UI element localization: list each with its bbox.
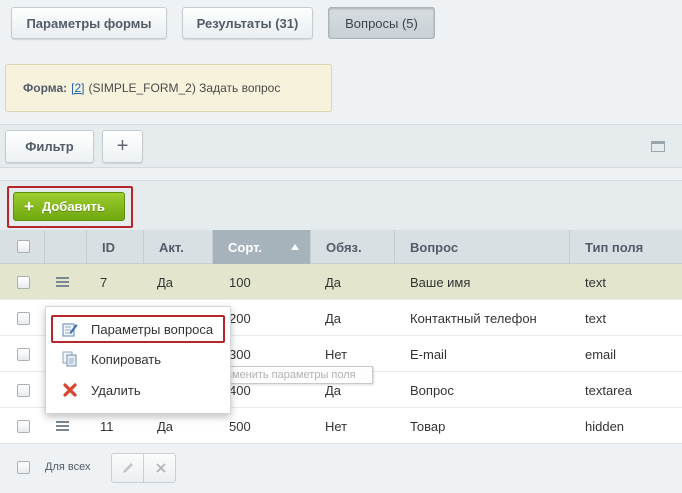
row-checkbox[interactable] [17,300,30,336]
cell-active: Да [157,274,174,290]
sort-asc-icon [291,244,299,250]
cell-question: E-mail [410,346,447,362]
add-button[interactable]: + Добавить [13,192,125,221]
for-all-label: Для всех [45,461,91,473]
cell-question: Товар [410,418,446,434]
tab-questions[interactable]: Вопросы (5) [328,7,435,39]
form-id-link[interactable]: [2] [71,81,84,95]
cell-type: textarea [585,382,632,398]
form-info-prefix: Форма: [23,81,68,95]
filter-button[interactable]: Фильтр [5,130,94,163]
delete-icon [63,383,77,397]
collapse-icon[interactable] [651,141,665,152]
edit-icon [62,323,78,337]
cell-sort: 500 [229,418,251,434]
menu-item-delete[interactable]: Удалить [46,376,232,404]
header-actions [44,230,86,264]
cell-type: email [585,346,617,362]
grid-header: ID Акт. Сорт. Обяз. Вопрос Тип поля [0,230,682,264]
grid-footer: Для всех [0,443,682,493]
cell-required: Нет [325,418,348,434]
cell-question: Ваше имя [410,274,471,290]
cell-sort: 100 [229,274,251,290]
cell-question: Вопрос [410,382,454,398]
row-menu-icon[interactable] [56,264,69,300]
row-context-menu: Параметры вопроса Копировать Удалить [45,306,231,414]
tab-results[interactable]: Результаты (31) [182,7,313,39]
cell-type: text [585,274,606,290]
filter-bar: Фильтр + [0,124,682,168]
tooltip: Изменить параметры поля [212,366,373,384]
menu-item-copy[interactable]: Копировать [46,345,232,373]
tab-form-params[interactable]: Параметры формы [11,7,167,39]
pencil-icon [123,463,133,473]
edit-selected-button[interactable] [112,454,144,482]
header-sort[interactable]: Сорт. [212,230,310,264]
cell-sort: 200 [229,310,251,326]
close-icon [156,463,166,473]
header-question[interactable]: Вопрос [394,230,569,264]
row-checkbox[interactable] [17,408,30,444]
copy-icon [62,351,77,367]
form-info-box: Форма: [2] (SIMPLE_FORM_2) Задать вопрос [5,64,332,112]
header-field-type[interactable]: Тип поля [569,230,682,264]
filter-add-button[interactable]: + [102,130,143,163]
delete-selected-button[interactable] [145,454,176,482]
header-active[interactable]: Акт. [143,230,212,264]
row-checkbox[interactable] [17,372,30,408]
table-row[interactable]: 7 Да 100 Да Ваше имя text [0,264,682,300]
header-id[interactable]: ID [86,230,143,264]
cell-type: text [585,310,606,326]
cell-id: 7 [100,274,108,290]
cell-required: Да [325,274,342,290]
header-required[interactable]: Обяз. [310,230,394,264]
cell-type: hidden [585,418,625,434]
form-info-text: (SIMPLE_FORM_2) Задать вопрос [88,81,281,95]
footer-action-group [111,453,176,483]
cell-required: Да [325,310,342,326]
select-all-checkbox[interactable] [17,240,30,253]
plus-icon: + [24,197,34,216]
row-checkbox[interactable] [17,264,30,300]
row-checkbox[interactable] [17,336,30,372]
cell-question: Контактный телефон [410,310,537,326]
add-button-label: Добавить [41,199,105,214]
for-all-checkbox[interactable] [17,461,30,474]
menu-item-question-params[interactable]: Параметры вопроса [51,315,225,343]
